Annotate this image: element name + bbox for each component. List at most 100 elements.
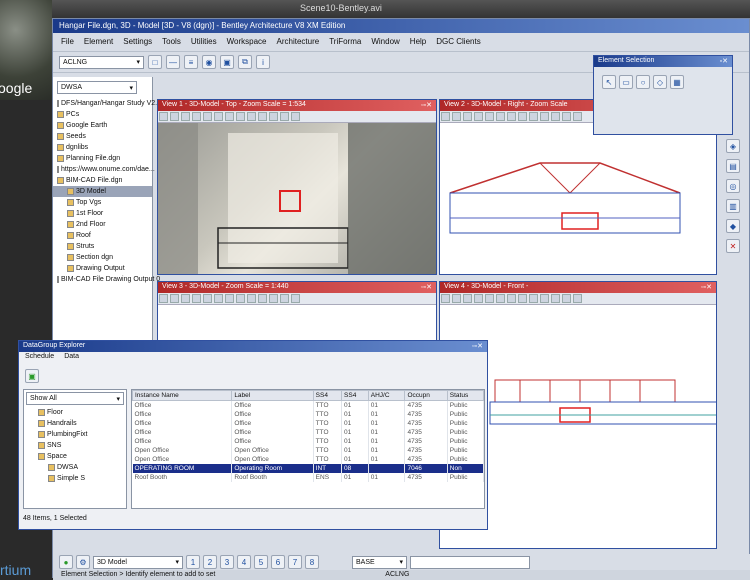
select-shape-icon[interactable]: ◇ — [653, 75, 667, 89]
select-circle-icon[interactable]: ○ — [636, 75, 650, 89]
window-controls-icon[interactable]: ▫▫✕ — [421, 283, 432, 292]
select-arrow-icon[interactable]: ↖ — [602, 75, 616, 89]
dg-tree-item[interactable]: SNS — [24, 440, 126, 451]
table-row[interactable]: Office Office TTO 01 01 4735 Public — [132, 400, 484, 410]
view-1-toggle[interactable]: 1 — [186, 555, 200, 569]
tree-item[interactable]: Top Vgs — [53, 197, 152, 208]
delete-icon[interactable]: ✕ — [726, 239, 740, 253]
menu-tools[interactable]: Tools — [162, 37, 181, 47]
datagroup-tree-panel: Show All ▾ Floor Handrails PlumbingFixt S… — [23, 389, 127, 509]
table-cell: Public — [447, 418, 484, 428]
window-controls-icon[interactable]: ▫▫✕ — [421, 101, 432, 110]
dg-tree-item[interactable]: Space — [24, 451, 126, 462]
settings-icon[interactable]: ⚙ — [76, 555, 90, 569]
menu-dgc-clients[interactable]: DGC Clients — [436, 37, 480, 47]
view-4-toggle[interactable]: 4 — [237, 555, 251, 569]
menu-help[interactable]: Help — [410, 37, 426, 47]
line-weight-button[interactable]: ≡ — [184, 55, 198, 69]
column-header[interactable]: AHJ/C — [367, 390, 406, 401]
window-controls-icon[interactable]: ▫✕ — [720, 57, 728, 66]
info-icon[interactable]: i — [256, 55, 270, 69]
tool-icon[interactable]: ▤ — [726, 159, 740, 173]
menu-architecture[interactable]: Architecture — [277, 37, 320, 47]
globe-icon[interactable]: ◉ — [202, 55, 216, 69]
refresh-icon[interactable]: ▣ — [25, 369, 39, 383]
tool-icon[interactable]: ◈ — [726, 139, 740, 153]
dg-tree-item[interactable]: Simple S — [24, 473, 126, 484]
filter-combo[interactable]: Show All ▾ — [26, 392, 124, 405]
explorer-combo[interactable]: DWSA ▾ — [57, 81, 137, 94]
tree-item-selected[interactable]: 3D Model — [53, 186, 152, 197]
tree-item[interactable]: Struts — [53, 241, 152, 252]
table-row[interactable]: Open Office Open Office TTO 01 01 4735 Public — [132, 454, 484, 464]
column-header[interactable]: Instance Name — [132, 390, 233, 401]
view-6-toggle[interactable]: 6 — [271, 555, 285, 569]
view-8-toggle[interactable]: 8 — [305, 555, 319, 569]
active-level-combo[interactable]: ACLNG ▾ — [59, 55, 144, 69]
window-controls-icon[interactable]: ▫▫✕ — [472, 342, 483, 351]
key-in-field[interactable] — [410, 555, 530, 569]
tree-item[interactable]: https://www.onume.com/dae... — [53, 164, 155, 175]
table-row[interactable]: Office Office TTO 01 01 4735 Public — [132, 418, 484, 428]
view-5-toggle[interactable]: 5 — [254, 555, 268, 569]
menu-utilities[interactable]: Utilities — [191, 37, 217, 47]
aerial-image-canvas[interactable] — [158, 123, 436, 274]
dg-tree-item[interactable]: Floor — [24, 407, 126, 418]
table-row[interactable]: OPERATING ROOM Operating Room INT 08 7046 Non — [132, 463, 484, 473]
menu-element[interactable]: Element — [84, 37, 113, 47]
table-row[interactable]: Open Office Open Office TTO 01 01 4735 Public — [132, 445, 484, 455]
select-box-icon[interactable]: ▭ — [619, 75, 633, 89]
level-combo[interactable]: BASE ▾ — [352, 555, 407, 569]
table-row[interactable]: Office Office TTO 01 01 4735 Public — [132, 436, 484, 446]
model-combo[interactable]: 3D Model ▾ — [93, 555, 183, 569]
column-header[interactable]: Status — [446, 390, 484, 401]
table-row[interactable]: Office Office TTO 01 01 4735 Public — [132, 427, 484, 437]
view-1-top[interactable]: View 1 - 3D-Model - Top - Zoom Scale = 1… — [157, 99, 437, 275]
tree-item[interactable]: Seeds — [53, 131, 152, 142]
menu-window[interactable]: Window — [371, 37, 399, 47]
view-7-toggle[interactable]: 7 — [288, 555, 302, 569]
tool-icon[interactable]: ▥ — [726, 199, 740, 213]
tree-item[interactable]: BIM-CAD File.dgn — [53, 175, 152, 186]
column-header[interactable]: SS4 — [341, 390, 369, 401]
tree-item[interactable]: Roof — [53, 230, 152, 241]
window-controls-icon[interactable]: ▫▫✕ — [701, 283, 712, 292]
menu-triforma[interactable]: TriForma — [329, 37, 361, 47]
view-2-toggle[interactable]: 2 — [203, 555, 217, 569]
table-cell: Public — [447, 445, 484, 455]
tree-item[interactable]: dgnlibs — [53, 142, 152, 153]
menu-data[interactable]: Data — [64, 353, 79, 363]
play-icon[interactable]: ● — [59, 555, 73, 569]
color-button[interactable]: □ — [148, 55, 162, 69]
tree-item[interactable]: Planning File.dgn — [53, 153, 152, 164]
fence-button[interactable]: ▣ — [220, 55, 234, 69]
tool-icon[interactable]: ◎ — [726, 179, 740, 193]
tool-icon[interactable]: ◆ — [726, 219, 740, 233]
table-row[interactable]: Roof Booth Roof Booth ENS 01 01 4735 Public — [132, 472, 484, 482]
tree-item[interactable]: Google Earth — [53, 120, 152, 131]
tree-item[interactable]: PCs — [53, 109, 152, 120]
tree-item[interactable]: 2nd Floor — [53, 219, 152, 230]
tree-item[interactable]: DFS/Hangar/Hangar Study V2.pdf — [53, 98, 167, 109]
dg-tree-item[interactable]: DWSA — [24, 462, 126, 473]
table-cell: Roof Booth — [132, 472, 233, 482]
menu-schedule[interactable]: Schedule — [25, 353, 54, 363]
copy-button[interactable]: ⧉ — [238, 55, 252, 69]
dg-tree-item[interactable]: PlumbingFixt — [24, 429, 126, 440]
line-style-button[interactable]: — — [166, 55, 180, 69]
tree-item[interactable]: Drawing Output — [53, 263, 152, 274]
table-cell — [368, 463, 406, 473]
menu-file[interactable]: File — [61, 37, 74, 47]
column-header[interactable]: Label — [231, 390, 314, 401]
menu-settings[interactable]: Settings — [123, 37, 152, 47]
select-all-icon[interactable]: ▦ — [670, 75, 684, 89]
table-row[interactable]: Office Office TTO 01 01 4735 Public — [132, 409, 484, 419]
tree-item[interactable]: Section dgn — [53, 252, 152, 263]
view-3-toggle[interactable]: 3 — [220, 555, 234, 569]
column-header[interactable]: SS4 — [312, 390, 343, 401]
column-header[interactable]: Occupn — [404, 390, 448, 401]
tree-item[interactable]: BIM-CAD File Drawing Output 0 — [53, 274, 160, 285]
tree-item[interactable]: 1st Floor — [53, 208, 152, 219]
dg-tree-item[interactable]: Handrails — [24, 418, 126, 429]
menu-workspace[interactable]: Workspace — [227, 37, 267, 47]
